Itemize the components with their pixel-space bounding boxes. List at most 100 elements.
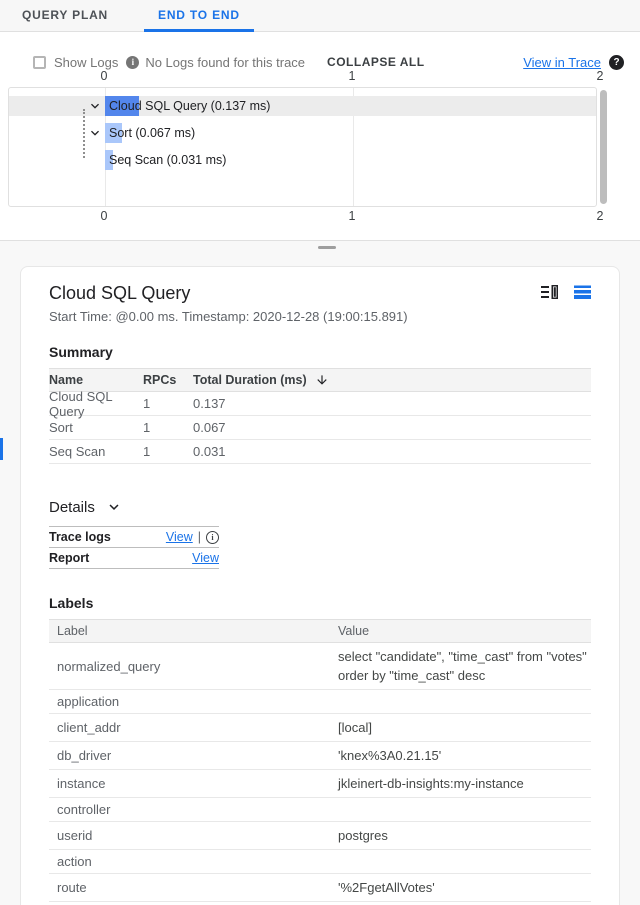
summary-heading: Summary	[49, 344, 591, 360]
no-logs-text: No Logs found for this trace	[145, 55, 305, 70]
timeline-scrollbar[interactable]	[600, 90, 607, 204]
value-cell	[338, 806, 591, 814]
trace-panel: QUERY PLAN END TO END Show Logs No Logs …	[0, 0, 640, 240]
label-cell: application	[49, 690, 338, 713]
value-cell	[338, 698, 591, 706]
trace-span-cloud-sql-query[interactable]: Cloud SQL Query (0.137 ms)	[9, 96, 596, 116]
label-row-normalized-query: normalized_query select "candidate", "ti…	[49, 643, 591, 690]
report-view-link[interactable]: View	[192, 551, 219, 565]
label-cell: instance	[49, 772, 338, 795]
axis-tick: 1	[349, 209, 356, 223]
span-hierarchy-connector	[83, 109, 85, 158]
details-row-trace-logs: Trace logs View |	[49, 527, 219, 548]
panel-resize-handle[interactable]	[318, 246, 336, 249]
scroll-position-marker	[0, 438, 3, 460]
value-cell: 'knex%3A0.21.15'	[338, 742, 591, 769]
summary-cell-duration: 0.031	[193, 444, 591, 459]
summary-cell-rpcs: 1	[143, 444, 193, 459]
label-row-application: application	[49, 690, 591, 714]
label-row-db-driver: db_driver 'knex%3A0.21.15'	[49, 742, 591, 770]
column-header-total-duration[interactable]: Total Duration (ms)	[193, 373, 307, 387]
trace-logs-view-link[interactable]: View	[166, 530, 193, 544]
value-cell: select "candidate", "time_cast" from "vo…	[338, 643, 591, 689]
span-label: Sort (0.067 ms)	[109, 123, 195, 143]
trace-timeline-chart: Cloud SQL Query (0.137 ms) Sort (0.067 m…	[8, 87, 597, 207]
label-row-action: action	[49, 850, 591, 874]
axis-tick: 1	[349, 69, 356, 83]
tab-bar: QUERY PLAN END TO END	[0, 0, 640, 32]
label-cell: db_driver	[49, 744, 338, 767]
label-row-route: route '%2FgetAllVotes'	[49, 874, 591, 902]
trace-span-seq-scan[interactable]: Seq Scan (0.031 ms)	[9, 150, 596, 170]
trace-span-sort[interactable]: Sort (0.067 ms)	[9, 123, 596, 143]
span-label: Cloud SQL Query (0.137 ms)	[109, 96, 270, 116]
summary-cell-name: Cloud SQL Query	[49, 389, 143, 419]
info-icon[interactable]	[206, 531, 219, 544]
summary-cell-name: Seq Scan	[49, 444, 143, 459]
labels-table-header: Label Value	[49, 619, 591, 643]
label-cell: action	[49, 850, 338, 873]
details-heading-label: Details	[49, 499, 95, 516]
separator: |	[198, 530, 201, 544]
column-header-name: Name	[49, 373, 143, 387]
show-logs-checkbox[interactable]	[33, 56, 46, 69]
value-cell: '%2FgetAllVotes'	[338, 874, 591, 901]
label-cell: userid	[49, 824, 338, 847]
value-cell: [local]	[338, 714, 591, 741]
label-row-controller: controller	[49, 798, 591, 822]
show-logs-label[interactable]: Show Logs	[54, 55, 118, 70]
column-header-rpcs: RPCs	[143, 373, 193, 387]
summary-cell-rpcs: 1	[143, 396, 193, 411]
summary-cell-name: Sort	[49, 420, 143, 435]
label-row-userid: userid postgres	[49, 822, 591, 850]
summary-row: Seq Scan 1 0.031	[49, 440, 591, 464]
view-in-trace-link[interactable]: View in Trace	[523, 55, 601, 70]
timeline-axis-top: 0 1 2	[0, 69, 640, 83]
label-cell: route	[49, 876, 338, 899]
summary-cell-rpcs: 1	[143, 420, 193, 435]
label-cell: controller	[49, 798, 338, 821]
collapse-all-button[interactable]: COLLAPSE ALL	[327, 55, 425, 69]
timeline-axis-bottom: 0 1 2	[0, 209, 640, 223]
labels-table: Label Value normalized_query select "can…	[49, 619, 591, 905]
axis-tick: 0	[101, 209, 108, 223]
chevron-down-icon	[105, 498, 123, 516]
value-cell	[338, 858, 591, 866]
label-cell: normalized_query	[49, 655, 338, 678]
chevron-down-icon[interactable]	[87, 125, 103, 141]
summary-cell-duration: 0.137	[193, 396, 591, 411]
tab-query-plan[interactable]: QUERY PLAN	[8, 0, 122, 32]
labels-heading: Labels	[49, 595, 591, 611]
detail-section: Cloud SQL Query Start Time: @0.00 ms. Ti…	[0, 240, 640, 905]
tab-end-to-end[interactable]: END TO END	[144, 0, 254, 32]
summary-row: Cloud SQL Query 1 0.137	[49, 392, 591, 416]
label-row-client-addr: client_addr [local]	[49, 714, 591, 742]
value-cell: postgres	[338, 822, 591, 849]
span-label: Seq Scan (0.031 ms)	[109, 150, 226, 170]
details-row-report: Report View	[49, 548, 219, 569]
details-row-label: Trace logs	[49, 530, 166, 544]
span-subtitle: Start Time: @0.00 ms. Timestamp: 2020-12…	[49, 309, 408, 324]
details-row-label: Report	[49, 551, 192, 565]
help-icon[interactable]	[609, 55, 624, 70]
card-header: Cloud SQL Query Start Time: @0.00 ms. Ti…	[49, 281, 591, 324]
label-cell: client_addr	[49, 716, 338, 739]
summary-row: Sort 1 0.067	[49, 416, 591, 440]
details-table: Trace logs View | Report View	[49, 526, 219, 569]
chevron-down-icon[interactable]	[87, 98, 103, 114]
info-icon[interactable]	[126, 56, 139, 69]
span-detail-card: Cloud SQL Query Start Time: @0.00 ms. Ti…	[20, 266, 620, 905]
sort-descending-icon[interactable]	[315, 373, 329, 387]
details-collapse-toggle[interactable]: Details	[49, 498, 159, 516]
toggle-side-panel-icon[interactable]	[541, 285, 558, 299]
column-header-label: Label	[49, 620, 338, 642]
column-header-value: Value	[338, 618, 591, 645]
value-cell: jkleinert-db-insights:my-instance	[338, 770, 591, 797]
label-row-instance: instance jkleinert-db-insights:my-instan…	[49, 770, 591, 798]
summary-cell-duration: 0.067	[193, 420, 591, 435]
axis-tick: 2	[597, 69, 604, 83]
axis-tick: 0	[101, 69, 108, 83]
axis-tick: 2	[597, 209, 604, 223]
list-view-icon[interactable]	[574, 285, 591, 299]
span-title: Cloud SQL Query	[49, 281, 408, 305]
